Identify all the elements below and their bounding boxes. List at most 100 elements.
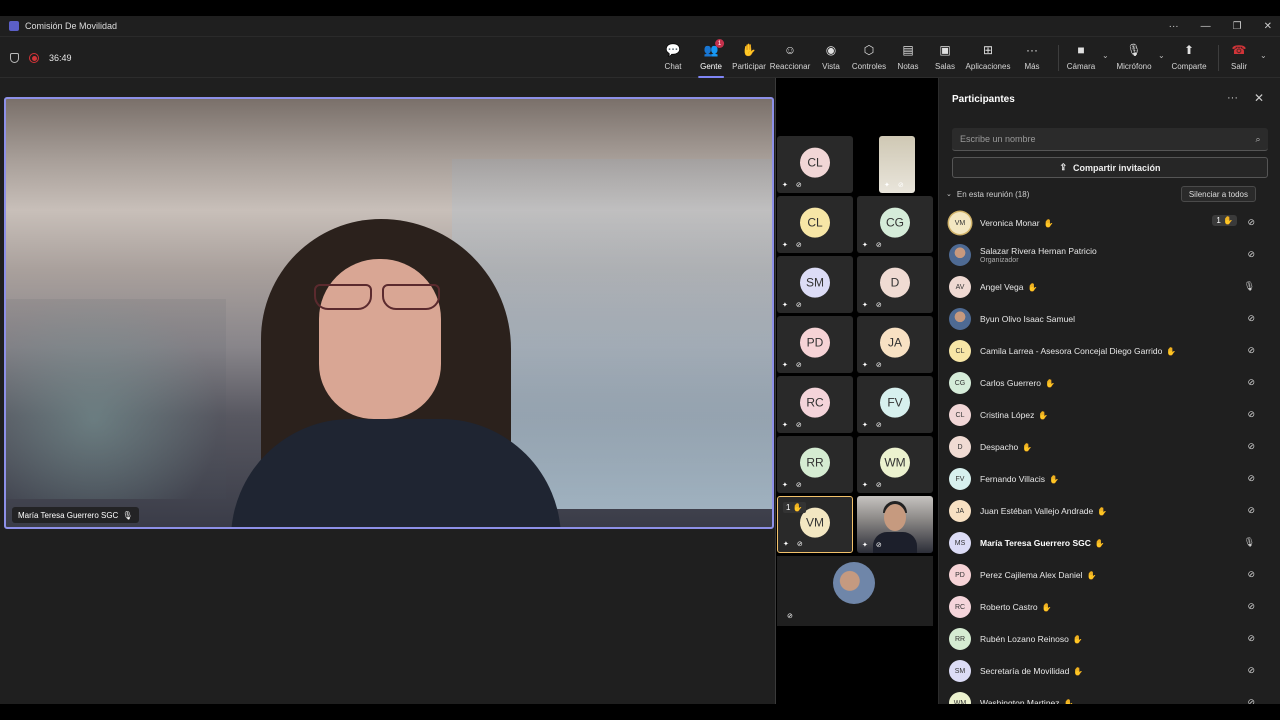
video-tile[interactable]: FV ✦ ⊘ — [857, 376, 933, 433]
mic-off-icon[interactable]: ⊘ — [1247, 217, 1255, 228]
video-tile[interactable]: ✦ ⊘ — [857, 496, 933, 553]
video-tile[interactable]: RC ✦ ⊘ — [777, 376, 853, 433]
avatar: SM — [800, 267, 830, 298]
close-window-icon[interactable]: ✕ — [1264, 21, 1272, 32]
pin-icon: ✦ — [884, 182, 890, 189]
mic-off-icon[interactable]: ⊘ — [1247, 345, 1255, 356]
camera-options-chevron-icon[interactable]: ⌄ — [1102, 51, 1109, 60]
participant-row[interactable]: CL Cristina López ✋ ⊘ — [949, 400, 1269, 430]
mic-off-icon[interactable]: ⊘ — [1247, 409, 1255, 420]
toolbar-button-hand[interactable]: ✋ Participar — [732, 43, 766, 75]
mic-off-icon[interactable]: ⊘ — [1247, 633, 1255, 644]
bottom-strip — [0, 704, 1280, 720]
video-tile[interactable]: WM ✦ ⊘ — [857, 436, 933, 493]
leave-icon: ☎ — [1231, 43, 1247, 57]
toolbar-button-more[interactable]: ··· Más — [1024, 43, 1039, 75]
search-input[interactable] — [952, 134, 1248, 144]
toolbar-button-smile[interactable]: ☺ Reaccionar — [770, 43, 810, 75]
toolbar-button-shield[interactable]: ⬡ Controles — [852, 43, 886, 75]
participant-row[interactable]: JA Juan Estéban Vallejo Andrade ✋ ⊘ — [949, 496, 1269, 526]
participant-name: Secretaría de Movilidad — [980, 666, 1070, 676]
toolbar-button-leave[interactable]: ☎ Salir — [1231, 43, 1247, 75]
toolbar-button-mic-off[interactable]: 🎙 Micrófono — [1116, 43, 1151, 75]
video-tile[interactable]: VM 1 ✋ ✦ ⊘ — [777, 496, 853, 553]
toolbar-button-chat[interactable]: 💬 Chat — [665, 43, 682, 75]
participant-row[interactable]: Byun Olivo Isaac Samuel ⊘ — [949, 304, 1269, 334]
chevron-down-icon[interactable]: ⌄ — [946, 190, 952, 198]
share-invite-button[interactable]: ⇪ Compartir invitación — [952, 157, 1268, 178]
video-tile[interactable]: JA ✦ ⊘ — [857, 316, 933, 373]
toolbar-button-label: Más — [1024, 62, 1040, 71]
participant-name-line: Veronica Monar ✋ — [980, 218, 1054, 228]
participant-row[interactable]: FV Fernando Villacis ✋ ⊘ — [949, 464, 1269, 494]
participant-name: Perez Cajilema Alex Daniel — [980, 570, 1083, 580]
participant-row[interactable]: CL Camila Larrea - Asesora Concejal Diego… — [949, 336, 1269, 366]
mic-off-icon: ⊘ — [875, 302, 882, 309]
mic-off-icon[interactable]: ⊘ — [1247, 665, 1255, 676]
panel-more-icon[interactable]: ··· — [1227, 92, 1238, 104]
participant-role: Organizador — [980, 257, 1019, 264]
participant-search[interactable]: ⌕ — [952, 128, 1268, 151]
panel-close-icon[interactable]: ✕ — [1254, 91, 1264, 105]
mic-off-icon[interactable]: ⊘ — [1247, 569, 1255, 580]
participant-name-block: Fernando Villacis ✋ — [980, 474, 1059, 484]
mic-options-chevron-icon[interactable]: ⌄ — [1158, 51, 1165, 60]
participant-row[interactable]: RC Roberto Castro ✋ ⊘ — [949, 592, 1269, 622]
meeting-status: 36:49 — [10, 37, 72, 79]
background-blur — [6, 299, 226, 499]
participant-row[interactable]: MS María Teresa Guerrero SGC ✋ 🎙 — [949, 528, 1269, 558]
mic-off-icon[interactable]: ⊘ — [1247, 441, 1255, 452]
overflow-tile[interactable]: ⊘ — [777, 556, 933, 626]
participant-row[interactable]: PD Perez Cajilema Alex Daniel ✋ ⊘ — [949, 560, 1269, 590]
participant-name: Camila Larrea - Asesora Concejal Diego G… — [980, 346, 1163, 356]
window-controls: ··· — ❐ ✕ — [1169, 16, 1272, 36]
mic-off-icon[interactable]: ⊘ — [1247, 505, 1255, 516]
participant-row[interactable]: SM Secretaría de Movilidad ✋ ⊘ — [949, 656, 1269, 686]
participant-row[interactable]: RR Rubén Lozano Reinoso ✋ ⊘ — [949, 624, 1269, 654]
video-tile[interactable]: CG ✦ ⊘ — [857, 196, 933, 253]
in-meeting-section[interactable]: ⌄ En esta reunión (18) Silenciar a todos — [946, 186, 1276, 202]
mute-all-button[interactable]: Silenciar a todos — [1180, 186, 1256, 202]
mic-off-icon[interactable]: ⊘ — [1247, 473, 1255, 484]
video-tile[interactable]: D ✦ ⊘ — [857, 256, 933, 313]
tile-indicators: ✦ ⊘ — [783, 540, 803, 548]
leave-options-chevron-icon[interactable]: ⌄ — [1260, 51, 1267, 60]
participant-name-block: Salazar Rivera Hernan Patricio Organizado… — [980, 246, 1097, 264]
toolbar-button-rooms[interactable]: ▣ Salas — [935, 43, 955, 75]
toolbar-button-people[interactable]: 👥 1 Gente — [698, 39, 724, 78]
video-tile[interactable]: CL ✦ ⊘ — [777, 196, 853, 253]
search-icon[interactable]: ⌕ — [1248, 134, 1268, 145]
avatar: CL — [800, 207, 830, 238]
participant-row[interactable]: CG Carlos Guerrero ✋ ⊘ — [949, 368, 1269, 398]
participant-row[interactable]: VM Veronica Monar ✋ 1 ✋ ⊘ — [949, 208, 1269, 238]
panel-title: Participantes — [952, 94, 1015, 105]
mic-off-icon[interactable]: ⊘ — [1247, 377, 1255, 388]
toolbar-button-view[interactable]: ◉ Vista — [822, 43, 840, 75]
participant-row[interactable]: AV Angel Vega ✋ 🎙 — [949, 272, 1269, 302]
video-tile[interactable]: ✦ ⊘ — [879, 136, 915, 193]
video-tile[interactable]: CL ✦ ⊘ — [777, 136, 853, 193]
toolbar-button-apps[interactable]: ⊞ Aplicaciones — [966, 43, 1011, 75]
participant-row[interactable]: D Despacho ✋ ⊘ — [949, 432, 1269, 462]
toolbar-button-camera-off[interactable]: ■ Cámara — [1067, 43, 1095, 75]
participant-name-line: Cristina López ✋ — [980, 410, 1048, 420]
mic-on-icon[interactable]: 🎙 — [1244, 537, 1255, 548]
window-more-icon[interactable]: ··· — [1169, 21, 1179, 32]
video-tile[interactable]: SM ✦ ⊘ — [777, 256, 853, 313]
maximize-icon[interactable]: ❐ — [1233, 21, 1242, 32]
participant-name-block: Juan Estéban Vallejo Andrade ✋ — [980, 506, 1107, 516]
mic-on-icon[interactable]: 🎙 — [1244, 281, 1255, 292]
toolbar-button-notes[interactable]: ▤ Notas — [898, 43, 919, 75]
video-tile[interactable]: PD ✦ ⊘ — [777, 316, 853, 373]
video-tile[interactable]: RR ✦ ⊘ — [777, 436, 853, 493]
mic-off-icon[interactable]: ⊘ — [1247, 601, 1255, 612]
avatar: SM — [949, 660, 971, 682]
mic-off-icon[interactable]: ⊘ — [1247, 249, 1255, 260]
guest-icon: ✋ — [1049, 475, 1060, 484]
toolbar-button-share[interactable]: ⬆ Comparte — [1171, 43, 1206, 75]
main-video-tile[interactable]: María Teresa Guerrero SGC 🎙 — [4, 97, 774, 529]
participant-row[interactable]: Salazar Rivera Hernan Patricio Organizado… — [949, 240, 1269, 270]
mic-off-icon[interactable]: ⊘ — [1247, 313, 1255, 324]
pin-icon: ✦ — [862, 242, 868, 249]
minimize-icon[interactable]: — — [1201, 21, 1211, 32]
